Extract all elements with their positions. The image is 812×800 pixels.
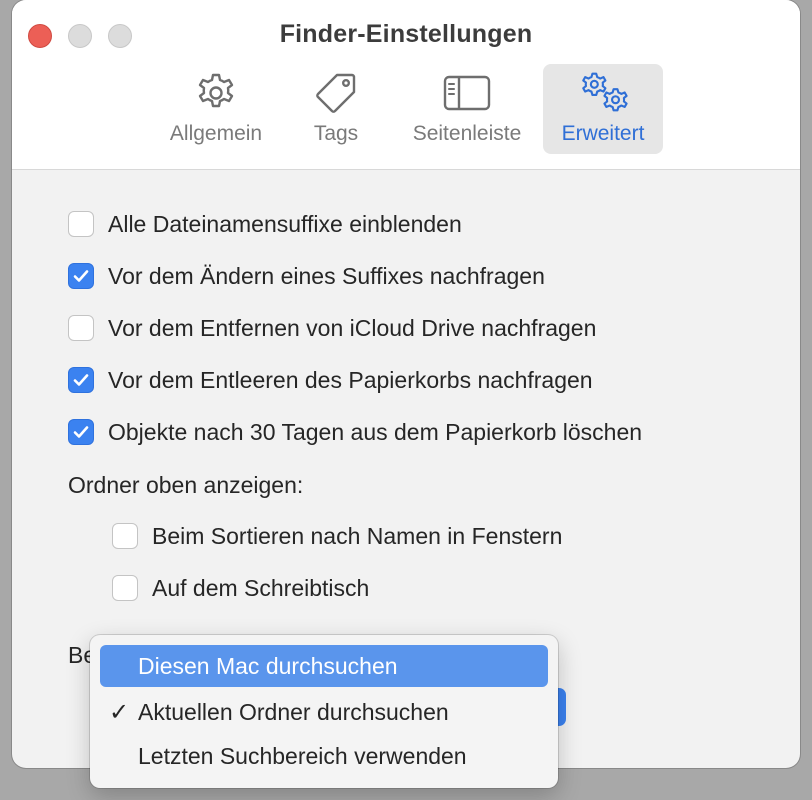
option-label: Vor dem Ändern eines Suffixes nachfragen	[108, 262, 545, 289]
checkmark-icon	[73, 426, 89, 438]
tag-icon	[310, 70, 362, 116]
sidebar-icon	[441, 70, 493, 116]
option-folders-top-desktop[interactable]: Auf dem Schreibtisch	[112, 572, 369, 604]
tab-label: Erweitert	[561, 122, 645, 145]
tab-label: Tags	[313, 122, 359, 145]
tab-label: Allgemein	[169, 122, 263, 145]
toolbar: Finder-Einstellungen Allgemein Tags Seit…	[12, 0, 800, 170]
checkmark-icon	[73, 374, 89, 386]
option-label: Objekte nach 30 Tagen aus dem Papierkorb…	[108, 418, 643, 445]
checkbox[interactable]	[112, 523, 138, 549]
gears-icon	[577, 70, 629, 116]
option-label: Vor dem Entfernen von iCloud Drive nachf…	[108, 314, 597, 341]
menu-item-use-previous-scope[interactable]: Letzten Suchbereich verwenden	[100, 735, 548, 777]
checkbox[interactable]	[68, 211, 94, 237]
window-title: Finder-Einstellungen	[279, 20, 533, 48]
menu-item-label: Diesen Mac durchsuchen	[138, 652, 398, 679]
option-warn-icloud-remove[interactable]: Vor dem Entfernen von iCloud Drive nachf…	[68, 312, 596, 344]
gear-icon	[190, 70, 242, 116]
tab-allgemein[interactable]: Allgemein	[158, 64, 274, 154]
tab-seitenleiste[interactable]: Seitenleiste	[402, 64, 532, 154]
menu-item-search-this-mac[interactable]: Diesen Mac durchsuchen	[100, 645, 548, 687]
option-label: Auf dem Schreibtisch	[152, 574, 370, 601]
tab-label: Seitenleiste	[412, 122, 522, 145]
menu-item-search-current-folder[interactable]: ✓ Aktuellen Ordner durchsuchen	[100, 691, 548, 733]
option-label: Alle Dateinamensuffixe einblenden	[108, 210, 462, 237]
checkmark-icon: ✓	[108, 698, 130, 726]
menu-item-label: Letzten Suchbereich verwenden	[138, 742, 467, 769]
option-warn-extension-change[interactable]: Vor dem Ändern eines Suffixes nachfragen	[68, 260, 545, 292]
option-warn-empty-trash[interactable]: Vor dem Entleeren des Papierkorbs nachfr…	[68, 364, 593, 396]
checkbox[interactable]	[68, 263, 94, 289]
search-scope-menu: Diesen Mac durchsuchen ✓ Aktuellen Ordne…	[90, 635, 558, 788]
tab-erweitert[interactable]: Erweitert	[543, 64, 663, 154]
checkmark-icon	[73, 270, 89, 282]
menu-item-label: Aktuellen Ordner durchsuchen	[138, 698, 449, 725]
option-label: Vor dem Entleeren des Papierkorbs nachfr…	[108, 366, 593, 393]
checkbox[interactable]	[68, 315, 94, 341]
tab-tags[interactable]: Tags	[302, 64, 370, 154]
option-label: Beim Sortieren nach Namen in Fenstern	[152, 522, 563, 549]
option-remove-trash-after-30-days[interactable]: Objekte nach 30 Tagen aus dem Papierkorb…	[68, 416, 642, 448]
checkbox[interactable]	[112, 575, 138, 601]
option-folders-top-windows[interactable]: Beim Sortieren nach Namen in Fenstern	[112, 520, 562, 552]
option-show-all-extensions[interactable]: Alle Dateinamensuffixe einblenden	[68, 208, 462, 240]
checkbox[interactable]	[68, 419, 94, 445]
folders-on-top-label: Ordner oben anzeigen:	[68, 472, 304, 498]
checkbox[interactable]	[68, 367, 94, 393]
